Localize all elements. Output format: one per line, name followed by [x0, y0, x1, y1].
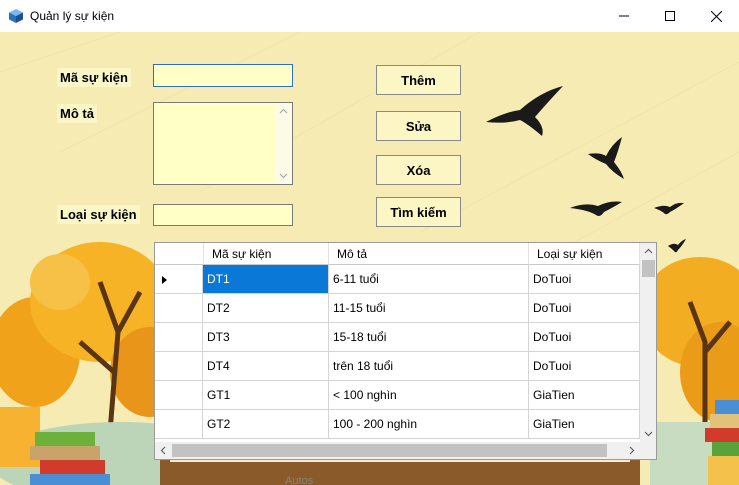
- table-cell[interactable]: GT2: [203, 410, 329, 439]
- table-cell[interactable]: DT2: [203, 294, 329, 323]
- table-cell[interactable]: GiaTien: [529, 381, 640, 410]
- table-cell[interactable]: GT1: [203, 381, 329, 410]
- window-title: Quản lý sự kiện: [30, 9, 115, 23]
- horizontal-scroll-thumb[interactable]: [172, 444, 607, 457]
- table-cell[interactable]: DT4: [203, 352, 329, 381]
- loai-su-kien-input[interactable]: [153, 204, 293, 226]
- row-header[interactable]: [155, 265, 203, 294]
- grid-vertical-scrollbar[interactable]: [640, 243, 656, 442]
- row-header[interactable]: [155, 352, 203, 381]
- scroll-left-arrow-icon: [160, 446, 166, 455]
- table-cell[interactable]: DoTuoi: [529, 323, 640, 352]
- table-cell[interactable]: 15-18 tuổi: [329, 323, 529, 352]
- column-header-loai-su-kien[interactable]: Loại sự kiện: [529, 243, 640, 265]
- mo-ta-scrollbar[interactable]: [275, 103, 292, 184]
- events-data-grid[interactable]: Mã sự kiện Mô tả Loại sự kiện DT1 6-11 t…: [154, 242, 657, 460]
- title-bar: Quản lý sự kiện: [0, 0, 739, 33]
- app-cube-icon: [9, 9, 23, 23]
- current-row-arrow-icon: [162, 276, 167, 284]
- client-area: Autos Mã sự kiện Mô tả Loại sự kiện Thêm…: [0, 32, 739, 485]
- table-cell[interactable]: DoTuoi: [529, 294, 640, 323]
- scroll-right-arrow-icon: [629, 446, 635, 455]
- maximize-button[interactable]: [647, 0, 693, 32]
- table-cell[interactable]: trên 18 tuổi: [329, 352, 529, 381]
- loai-su-kien-label: Loại sự kiện: [57, 205, 140, 224]
- partial-background-text: Autos: [285, 475, 314, 485]
- table-cell[interactable]: DT1: [203, 265, 329, 294]
- column-header-mo-ta[interactable]: Mô tả: [329, 243, 529, 265]
- close-icon: [710, 10, 722, 22]
- sua-button[interactable]: Sửa: [376, 111, 461, 141]
- column-header-ma-su-kien[interactable]: Mã sự kiện: [204, 243, 329, 265]
- row-header[interactable]: [155, 381, 203, 410]
- close-button[interactable]: [693, 0, 739, 32]
- maximize-icon: [665, 11, 675, 21]
- table-cell[interactable]: DoTuoi: [529, 352, 640, 381]
- scroll-down-arrow-icon: [279, 173, 288, 179]
- minimize-icon: [619, 15, 629, 17]
- scroll-up-arrow-icon: [644, 248, 653, 254]
- scrollbar-corner: [640, 442, 656, 459]
- grid-horizontal-scrollbar[interactable]: [155, 442, 640, 459]
- table-cell[interactable]: DT3: [203, 323, 329, 352]
- table-cell[interactable]: 6-11 tuổi: [329, 265, 529, 294]
- ma-su-kien-input[interactable]: [153, 64, 293, 87]
- table-cell[interactable]: 100 - 200 nghìn: [329, 410, 529, 439]
- mo-ta-textarea[interactable]: [153, 102, 293, 185]
- table-cell[interactable]: DoTuoi: [529, 265, 640, 294]
- table-cell[interactable]: 11-15 tuổi: [329, 294, 529, 323]
- table-cell[interactable]: GiaTien: [529, 410, 640, 439]
- scroll-down-arrow-icon: [644, 431, 653, 437]
- table-cell[interactable]: < 100 nghìn: [329, 381, 529, 410]
- tim-kiem-button[interactable]: Tìm kiếm: [376, 197, 461, 227]
- mo-ta-label: Mô tả: [57, 104, 97, 123]
- minimize-button[interactable]: [601, 0, 647, 32]
- grid-corner-header: [155, 243, 204, 265]
- vertical-scroll-thumb[interactable]: [642, 260, 655, 277]
- them-button[interactable]: Thêm: [376, 65, 461, 95]
- scroll-up-arrow-icon: [279, 108, 288, 114]
- row-header[interactable]: [155, 323, 203, 352]
- row-header[interactable]: [155, 294, 203, 323]
- xoa-button[interactable]: Xóa: [376, 155, 461, 185]
- row-header[interactable]: [155, 410, 203, 439]
- ma-su-kien-label: Mã sự kiện: [57, 68, 131, 87]
